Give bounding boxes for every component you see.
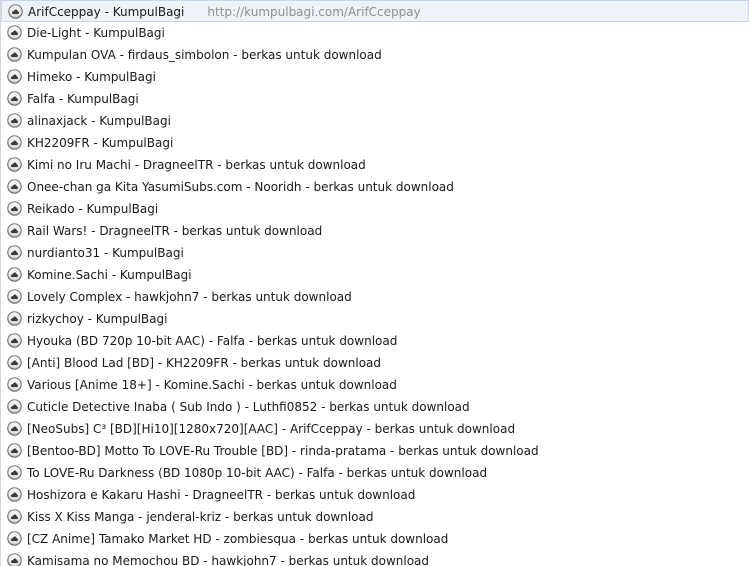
- autocomplete-item-title: [Anti] Blood Lad [BD] - KH2209FR - berka…: [27, 356, 382, 370]
- autocomplete-item-title: Himeko - KumpulBagi: [27, 70, 156, 84]
- autocomplete-item-title: Kamisama no Memochou BD - hawkjohn7 - be…: [27, 554, 430, 566]
- autocomplete-item[interactable]: Kumpulan OVA - firdaus_simbolon - berkas…: [1, 44, 749, 66]
- autocomplete-item-title: Kimi no Iru Machi - DragneelTR - berkas …: [27, 158, 366, 172]
- autocomplete-item-title: Reikado - KumpulBagi: [27, 202, 159, 216]
- autocomplete-item[interactable]: alinaxjack - KumpulBagi: [1, 110, 749, 132]
- kumpulbagi-favicon-icon: [7, 421, 22, 436]
- kumpulbagi-favicon-icon: [7, 245, 22, 260]
- kumpulbagi-favicon-icon: [7, 113, 22, 128]
- autocomplete-item-title: Hyouka (BD 720p 10-bit AAC) - Falfa - be…: [27, 334, 398, 348]
- autocomplete-item[interactable]: Cuticle Detective Inaba ( Sub Indo ) - L…: [1, 396, 749, 418]
- autocomplete-item[interactable]: Kiss X Kiss Manga - jenderal-kriz - berk…: [1, 506, 749, 528]
- autocomplete-item-title: Falfa - KumpulBagi: [27, 92, 139, 106]
- kumpulbagi-favicon-icon: [7, 223, 22, 238]
- kumpulbagi-favicon-icon: [7, 267, 22, 282]
- kumpulbagi-favicon-icon: [7, 311, 22, 326]
- autocomplete-item[interactable]: Rail Wars! - DragneelTR - berkas untuk d…: [1, 220, 749, 242]
- kumpulbagi-favicon-icon: [7, 355, 22, 370]
- kumpulbagi-favicon-icon: [7, 157, 22, 172]
- kumpulbagi-favicon-icon: [7, 91, 22, 106]
- url-autocomplete-dropdown: ArifCceppay - KumpulBagi http://kumpulbag…: [0, 0, 749, 566]
- kumpulbagi-favicon-icon: [7, 399, 22, 414]
- autocomplete-item-text: ArifCceppay - KumpulBagi http://kumpulbag…: [28, 4, 421, 20]
- autocomplete-item[interactable]: KH2209FR - KumpulBagi: [1, 132, 749, 154]
- autocomplete-item-title: rizkychoy - KumpulBagi: [27, 312, 168, 326]
- kumpulbagi-favicon-icon: [7, 135, 22, 150]
- autocomplete-item[interactable]: [Bentoo-BD] Motto To LOVE-Ru Trouble [BD…: [1, 440, 749, 462]
- autocomplete-item[interactable]: Die-Light - KumpulBagi: [1, 22, 749, 44]
- kumpulbagi-favicon-icon: [8, 4, 23, 19]
- autocomplete-item[interactable]: Lovely Complex - hawkjohn7 - berkas untu…: [1, 286, 749, 308]
- autocomplete-item[interactable]: Hoshizora e Kakaru Hashi - DragneelTR - …: [1, 484, 749, 506]
- autocomplete-item-title: [Bentoo-BD] Motto To LOVE-Ru Trouble [BD…: [27, 444, 539, 458]
- autocomplete-item[interactable]: Onee-chan ga Kita YasumiSubs.com - Noori…: [1, 176, 749, 198]
- kumpulbagi-favicon-icon: [7, 509, 22, 524]
- kumpulbagi-favicon-icon: [7, 47, 22, 62]
- autocomplete-item[interactable]: Falfa - KumpulBagi: [1, 88, 749, 110]
- autocomplete-item-title: Cuticle Detective Inaba ( Sub Indo ) - L…: [27, 400, 470, 414]
- autocomplete-item[interactable]: Various [Anime 18+] - Komine.Sachi - ber…: [1, 374, 749, 396]
- autocomplete-item-title: Komine.Sachi - KumpulBagi: [27, 268, 192, 282]
- kumpulbagi-favicon-icon: [7, 333, 22, 348]
- kumpulbagi-favicon-icon: [7, 201, 22, 216]
- autocomplete-item-title: [NeoSubs] C³ [BD][Hi10][1280x720][AAC] -…: [27, 422, 516, 436]
- autocomplete-item[interactable]: Kimi no Iru Machi - DragneelTR - berkas …: [1, 154, 749, 176]
- autocomplete-item-title: Die-Light - KumpulBagi: [27, 26, 165, 40]
- kumpulbagi-favicon-icon: [7, 179, 22, 194]
- kumpulbagi-favicon-icon: [7, 443, 22, 458]
- autocomplete-item[interactable]: [CZ Anime] Tamako Market HD - zombiesqua…: [1, 528, 749, 550]
- autocomplete-item[interactable]: To LOVE-Ru Darkness (BD 1080p 10-bit AAC…: [1, 462, 749, 484]
- autocomplete-item[interactable]: rizkychoy - KumpulBagi: [1, 308, 749, 330]
- kumpulbagi-favicon-icon: [7, 25, 22, 40]
- autocomplete-item[interactable]: ArifCceppay - KumpulBagi http://kumpulbag…: [1, 0, 749, 22]
- kumpulbagi-favicon-icon: [7, 553, 22, 566]
- kumpulbagi-favicon-icon: [7, 465, 22, 480]
- autocomplete-item-title: KH2209FR - KumpulBagi: [27, 136, 174, 150]
- autocomplete-item-url: http://kumpulbagi.com/ArifCceppay: [207, 5, 421, 19]
- autocomplete-item-title: Kumpulan OVA - firdaus_simbolon - berkas…: [27, 48, 382, 62]
- kumpulbagi-favicon-icon: [7, 69, 22, 84]
- kumpulbagi-favicon-icon: [7, 531, 22, 546]
- autocomplete-item-title: alinaxjack - KumpulBagi: [27, 114, 171, 128]
- autocomplete-item[interactable]: Himeko - KumpulBagi: [1, 66, 749, 88]
- autocomplete-item[interactable]: Kamisama no Memochou BD - hawkjohn7 - be…: [1, 550, 749, 566]
- autocomplete-item[interactable]: [NeoSubs] C³ [BD][Hi10][1280x720][AAC] -…: [1, 418, 749, 440]
- kumpulbagi-favicon-icon: [7, 487, 22, 502]
- kumpulbagi-favicon-icon: [7, 289, 22, 304]
- autocomplete-item-title: Lovely Complex - hawkjohn7 - berkas untu…: [27, 290, 352, 304]
- autocomplete-item-title: Various [Anime 18+] - Komine.Sachi - ber…: [27, 378, 397, 392]
- autocomplete-item-title: Hoshizora e Kakaru Hashi - DragneelTR - …: [27, 488, 416, 502]
- autocomplete-item-title: ArifCceppay - KumpulBagi: [28, 5, 185, 19]
- autocomplete-item-title: To LOVE-Ru Darkness (BD 1080p 10-bit AAC…: [27, 466, 488, 480]
- autocomplete-item[interactable]: Reikado - KumpulBagi: [1, 198, 749, 220]
- autocomplete-item-title: nurdianto31 - KumpulBagi: [27, 246, 184, 260]
- autocomplete-item-title: [CZ Anime] Tamako Market HD - zombiesqua…: [27, 532, 449, 546]
- kumpulbagi-favicon-icon: [7, 377, 22, 392]
- autocomplete-item[interactable]: nurdianto31 - KumpulBagi: [1, 242, 749, 264]
- autocomplete-item[interactable]: Komine.Sachi - KumpulBagi: [1, 264, 749, 286]
- autocomplete-item-title: Rail Wars! - DragneelTR - berkas untuk d…: [27, 224, 323, 238]
- autocomplete-item[interactable]: [Anti] Blood Lad [BD] - KH2209FR - berka…: [1, 352, 749, 374]
- autocomplete-item[interactable]: Hyouka (BD 720p 10-bit AAC) - Falfa - be…: [1, 330, 749, 352]
- autocomplete-item-title: Kiss X Kiss Manga - jenderal-kriz - berk…: [27, 510, 374, 524]
- autocomplete-item-title: Onee-chan ga Kita YasumiSubs.com - Noori…: [27, 180, 454, 194]
